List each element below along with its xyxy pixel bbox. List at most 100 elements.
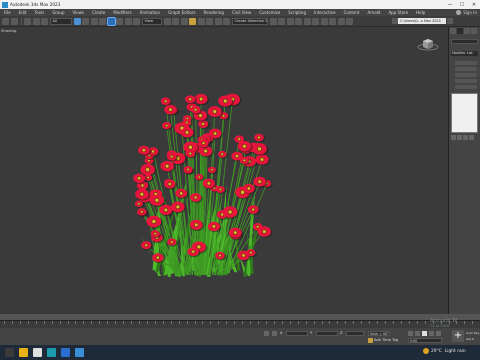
play-icon[interactable] bbox=[422, 331, 427, 336]
3ds-max-taskbar-icon[interactable] bbox=[47, 348, 56, 357]
redo-icon[interactable] bbox=[10, 17, 18, 25]
project-folder-icon[interactable] bbox=[447, 18, 453, 24]
object-name-field[interactable] bbox=[451, 39, 478, 44]
menu-civil-view[interactable]: Civil View bbox=[228, 10, 255, 15]
sign-in-button[interactable]: Sign In bbox=[456, 10, 480, 15]
undo-icon[interactable] bbox=[2, 17, 9, 25]
menu-arnold[interactable]: Arnold bbox=[363, 10, 384, 15]
menu-customize[interactable]: Customize bbox=[255, 10, 284, 15]
menu-file[interactable]: File bbox=[0, 10, 15, 15]
hierarchy-tab-icon[interactable] bbox=[464, 28, 470, 34]
modifier-stack[interactable] bbox=[451, 93, 478, 133]
select-by-name-icon[interactable] bbox=[82, 17, 89, 25]
modifier-shortcut-button[interactable] bbox=[455, 67, 477, 71]
select-and-scale-icon[interactable] bbox=[124, 17, 132, 25]
create-tab-icon[interactable] bbox=[450, 28, 456, 34]
link-icon[interactable] bbox=[24, 17, 31, 25]
render-production-icon[interactable] bbox=[346, 17, 353, 25]
go-to-end-icon[interactable] bbox=[436, 331, 441, 336]
select-and-place-icon[interactable] bbox=[133, 17, 140, 25]
menu-rendering[interactable]: Rendering bbox=[200, 10, 228, 15]
menu-content[interactable]: Content bbox=[340, 10, 364, 15]
edit-named-selection-icon[interactable] bbox=[223, 17, 230, 25]
percent-snap-icon[interactable] bbox=[206, 17, 213, 25]
mirror-icon[interactable] bbox=[269, 17, 277, 25]
show-end-result-icon[interactable] bbox=[457, 135, 462, 140]
perspective-viewport[interactable]: Shading bbox=[0, 27, 449, 314]
pin-stack-icon[interactable] bbox=[451, 135, 456, 140]
select-and-move-icon[interactable] bbox=[106, 16, 116, 26]
modify-tab-icon[interactable] bbox=[457, 28, 463, 34]
modifier-list-dropdown[interactable]: Modifier List bbox=[451, 51, 478, 56]
word-icon[interactable] bbox=[61, 348, 70, 357]
reference-coordinate-dropdown[interactable]: View bbox=[141, 17, 162, 25]
next-frame-icon[interactable] bbox=[429, 331, 434, 336]
flower-bush-model[interactable] bbox=[0, 27, 449, 314]
angle-snap-icon[interactable] bbox=[197, 17, 205, 25]
previous-frame-icon[interactable] bbox=[415, 331, 420, 336]
schematic-view-icon[interactable] bbox=[312, 17, 319, 25]
named-selection-set-dropdown[interactable]: Create Selection Se bbox=[231, 17, 268, 25]
modifier-shortcut-button[interactable] bbox=[455, 73, 477, 77]
auto-key-label[interactable]: Auto Key bbox=[466, 331, 479, 335]
spinner-snap-icon[interactable] bbox=[214, 17, 222, 25]
menu-tools[interactable]: Tools bbox=[30, 10, 48, 15]
modifier-shortcut-button[interactable] bbox=[455, 79, 477, 83]
toggle-layer-explorer-icon[interactable] bbox=[295, 17, 302, 25]
align-icon[interactable] bbox=[278, 17, 285, 25]
y-coordinate-field[interactable] bbox=[316, 331, 338, 336]
menu-views[interactable]: Views bbox=[69, 10, 89, 15]
rendered-frame-window-icon[interactable] bbox=[337, 17, 345, 25]
remove-modifier-icon[interactable] bbox=[469, 135, 474, 140]
rectangular-selection-icon[interactable] bbox=[90, 17, 98, 25]
menu-app-store[interactable]: App Store bbox=[384, 10, 412, 15]
selection-filter-dropdown[interactable]: All bbox=[49, 17, 72, 25]
select-and-rotate-icon[interactable] bbox=[116, 17, 123, 25]
grid-field[interactable]: 0mm = 90° bbox=[368, 331, 390, 336]
snaps-toggle-icon[interactable] bbox=[189, 17, 196, 25]
task-view-icon[interactable] bbox=[5, 348, 14, 357]
toggle-scene-explorer-icon[interactable] bbox=[286, 17, 294, 25]
x-coordinate-field[interactable] bbox=[286, 331, 308, 336]
isolate-selection-icon[interactable] bbox=[264, 331, 269, 336]
bind-space-warp-icon[interactable] bbox=[41, 17, 48, 25]
make-unique-icon[interactable] bbox=[463, 135, 468, 140]
modifier-shortcut-button[interactable] bbox=[455, 85, 477, 89]
menu-interactive[interactable]: Interactive bbox=[310, 10, 340, 15]
menu-graph-editors[interactable]: Graph Editors bbox=[164, 10, 199, 15]
modifier-shortcut-button[interactable] bbox=[455, 61, 477, 65]
menu-edit[interactable]: Edit bbox=[15, 10, 31, 15]
pivot-point-center-icon[interactable] bbox=[163, 17, 171, 25]
menu-create[interactable]: Create bbox=[88, 10, 109, 15]
menu-animation[interactable]: Animation bbox=[136, 10, 164, 15]
unlink-icon[interactable] bbox=[32, 17, 40, 25]
photos-icon[interactable] bbox=[75, 348, 84, 357]
track-bar[interactable] bbox=[0, 320, 480, 328]
auto-key-add-button[interactable]: + bbox=[452, 330, 464, 342]
set-key-label[interactable]: Set K. bbox=[466, 337, 475, 341]
z-coordinate-field[interactable] bbox=[346, 331, 364, 336]
add-time-tag-icon[interactable] bbox=[368, 338, 373, 343]
render-setup-icon[interactable] bbox=[329, 17, 336, 25]
window-crossing-icon[interactable] bbox=[99, 17, 106, 25]
current-frame-field[interactable]: 0:00 bbox=[408, 338, 442, 343]
select-object-icon[interactable] bbox=[73, 17, 81, 25]
selection-lock-icon[interactable] bbox=[272, 331, 277, 336]
add-time-tag-label[interactable]: Add Time Tag bbox=[374, 338, 398, 342]
select-manipulate-icon[interactable] bbox=[172, 17, 179, 25]
go-to-start-icon[interactable] bbox=[408, 331, 413, 336]
file-explorer-icon[interactable] bbox=[19, 348, 28, 357]
material-editor-icon[interactable] bbox=[320, 17, 328, 25]
weather-widget[interactable]: 29°C Light rain bbox=[423, 348, 466, 354]
maximize-button[interactable]: ☐ bbox=[456, 2, 468, 8]
menu-scripting[interactable]: Scripting bbox=[284, 10, 310, 15]
motion-tab-icon[interactable] bbox=[471, 28, 477, 34]
keyboard-shortcut-override-icon[interactable] bbox=[180, 17, 188, 25]
menu-help[interactable]: Help bbox=[412, 10, 429, 15]
menu-group[interactable]: Group bbox=[48, 10, 68, 15]
close-button[interactable]: ✕ bbox=[468, 2, 480, 8]
menu-modifiers[interactable]: Modifiers bbox=[109, 10, 135, 15]
workspace-dropdown[interactable]: C:\Users\D...s Max 2023 bbox=[398, 18, 446, 24]
curve-editor-icon[interactable] bbox=[303, 17, 311, 25]
store-icon[interactable] bbox=[33, 348, 42, 357]
